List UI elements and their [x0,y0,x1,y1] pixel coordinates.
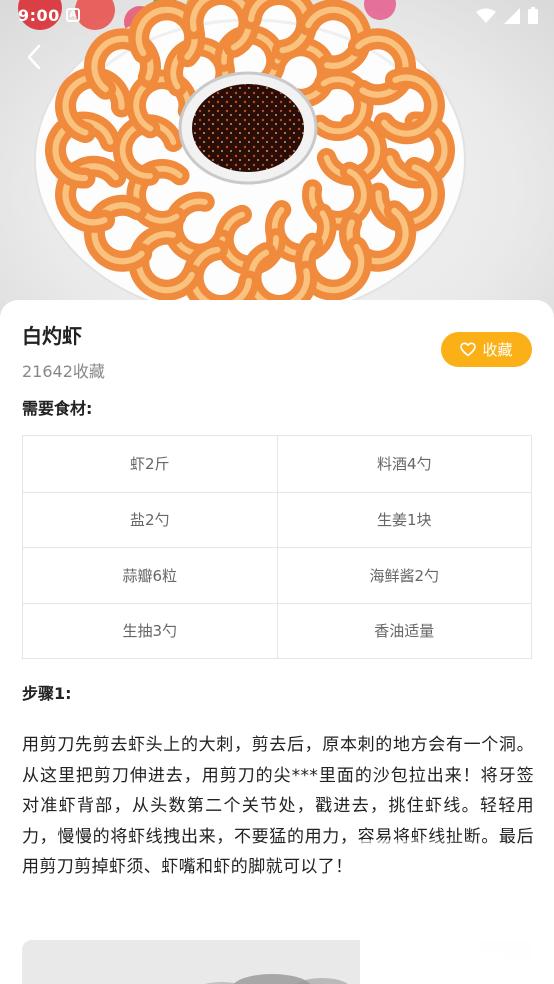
ingredients-heading: 需要食材: [22,399,93,418]
shrimp-plate-illustration [18,0,466,320]
recipe-hero-image [0,0,554,320]
favorites-count: 21642收藏 [22,362,105,381]
ingredient-cell: 盐2勺 [129,511,170,530]
ingredient-cell: 海鲜酱2勺 [276,548,532,603]
step-heading: 步骤1: [22,684,72,703]
status-icons [476,7,538,24]
heart-outline-icon [460,342,477,357]
ingredient-cell: 虾2斤 [129,455,170,474]
ingredient-cell: 蒜瓣6粒 [122,566,178,585]
ingredient-cell: 生抽3勺 [122,622,178,641]
chevron-left-icon [27,44,41,70]
status-time: 9:00 [18,6,60,25]
ingredient-row: 盐2勺 生姜1块 [23,491,532,547]
favorite-button[interactable]: 收藏 [441,332,532,367]
ingredient-row: 蒜瓣6粒 海鲜酱2勺 [23,547,531,603]
signal-icon [504,7,520,24]
step-description: 用剪刀先剪去虾头上的大刺，剪去后，原本刺的地方会有一个洞。从这里把剪刀伸进去，用… [22,735,534,877]
status-bar: 9:00 A [0,0,554,32]
app-notification-icon: A [66,8,80,22]
step-photo-illustration [22,940,532,984]
ingredient-row: 生抽3勺 香油适量 [23,602,532,658]
ingredient-cell: 料酒4勺 [276,436,532,492]
wifi-icon [476,8,496,23]
ingredient-row: 虾2斤 料酒4勺 [23,436,531,492]
battery-icon [528,7,538,24]
back-button[interactable] [20,42,50,72]
ingredient-cell: 香油适量 [276,603,532,658]
favorite-button-label: 收藏 [482,341,513,359]
ingredient-cell: 生姜1块 [276,492,532,547]
recipe-title: 白灼虾 [22,324,82,348]
ingredients-table: 虾2斤 料酒4勺 盐2勺 生姜1块 蒜瓣6粒 海鲜酱2勺 生抽3勺 香油适量 [22,435,532,659]
step-image [22,940,532,984]
